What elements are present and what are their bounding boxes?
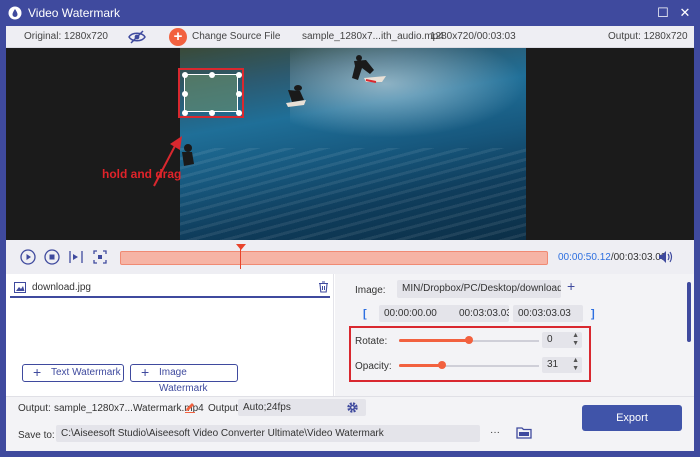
- edit-pencil-icon[interactable]: [184, 401, 196, 413]
- watermark-item-name: download.jpg: [32, 282, 91, 293]
- save-to-label: Save to:: [18, 430, 55, 441]
- image-label: Image:: [355, 285, 386, 296]
- image-watermark-button[interactable]: + Image Watermark: [130, 364, 238, 394]
- source-file-info: 1280x720/00:03:03: [430, 31, 516, 42]
- next-frame-icon[interactable]: [68, 249, 84, 265]
- output-filename: sample_1280x7...Watermark.mp4: [54, 403, 204, 414]
- clip-frame-icon[interactable]: [92, 249, 108, 265]
- gear-icon[interactable]: [346, 401, 359, 414]
- window-title: Video Watermark: [28, 6, 121, 20]
- drag-arrow-icon: [153, 136, 182, 187]
- settings-scrollbar[interactable]: [687, 282, 691, 342]
- add-image-icon[interactable]: +: [567, 278, 575, 294]
- video-watermark-window: Video Watermark ☐ ✕ Original: 1280x720 +…: [0, 0, 700, 457]
- playhead-marker[interactable]: [236, 244, 246, 250]
- stop-icon[interactable]: [44, 249, 60, 265]
- watermark-highlight-box: [178, 68, 244, 118]
- client-area: Original: 1280x720 + Change Source File …: [6, 26, 694, 451]
- image-path-field[interactable]: MIN/Dropbox/PC/Desktop/download.jpg: [397, 280, 561, 298]
- rotate-opacity-highlight-box: [349, 326, 591, 382]
- app-logo-icon: [8, 6, 22, 20]
- image-file-icon: [14, 282, 26, 293]
- timeline-track[interactable]: [120, 251, 548, 265]
- start-time-field[interactable]: 00:00:00.00: [379, 305, 465, 322]
- current-time: 00:00:50.12: [558, 252, 611, 263]
- close-icon[interactable]: ✕: [676, 4, 694, 22]
- image-watermark-label: Image Watermark: [159, 367, 208, 394]
- end-time-field[interactable]: 00:03:03.03: [513, 305, 583, 322]
- list-item[interactable]: download.jpg: [10, 278, 330, 298]
- time-display: 00:00:50.12/00:03:03.03: [558, 252, 666, 263]
- change-source-plus-icon[interactable]: +: [169, 28, 187, 46]
- maximize-icon[interactable]: ☐: [654, 4, 672, 22]
- set-end-icon[interactable]: ]: [591, 308, 595, 320]
- eye-slash-icon[interactable]: [128, 29, 146, 45]
- hold-and-drag-annotation: hold and drag: [102, 167, 182, 181]
- save-path-field[interactable]: C:\Aiseesoft Studio\Aiseesoft Video Conv…: [56, 425, 480, 442]
- info-bar: Original: 1280x720 + Change Source File …: [6, 26, 694, 48]
- original-resolution: Original: 1280x720: [24, 31, 108, 42]
- output-file-label: Output:: [18, 403, 51, 414]
- folder-icon[interactable]: [516, 426, 532, 439]
- output-resolution: Output: 1280x720: [608, 31, 688, 42]
- watermark-list-panel: download.jpg + Text Watermark + Image Wa…: [6, 274, 334, 396]
- output-format-label: Output:: [208, 403, 241, 414]
- source-filename: sample_1280x7...ith_audio.mp4: [302, 31, 444, 42]
- duration-field[interactable]: 00:03:03.03: [454, 305, 509, 322]
- export-button[interactable]: Export: [582, 405, 682, 431]
- title-bar: Video Watermark ☐ ✕: [0, 0, 700, 26]
- plus-icon: +: [141, 364, 150, 380]
- change-source-file-link[interactable]: Change Source File: [192, 31, 280, 42]
- playback-bar: 00:00:50.12/00:03:03.03: [6, 240, 694, 274]
- bottom-bar: Output: sample_1280x7...Watermark.mp4 Ou…: [6, 396, 694, 451]
- trash-icon[interactable]: [318, 281, 329, 293]
- plus-icon: +: [33, 364, 42, 380]
- browse-more-button[interactable]: ···: [490, 427, 500, 438]
- video-preview: hold and drag: [6, 48, 694, 240]
- volume-icon[interactable]: [658, 250, 674, 264]
- text-watermark-label: Text Watermark: [51, 367, 121, 378]
- set-start-icon[interactable]: [: [363, 308, 367, 320]
- play-icon[interactable]: [20, 249, 36, 265]
- watermark-settings-panel: Image: MIN/Dropbox/PC/Desktop/download.j…: [335, 274, 694, 396]
- text-watermark-button[interactable]: + Text Watermark: [22, 364, 124, 382]
